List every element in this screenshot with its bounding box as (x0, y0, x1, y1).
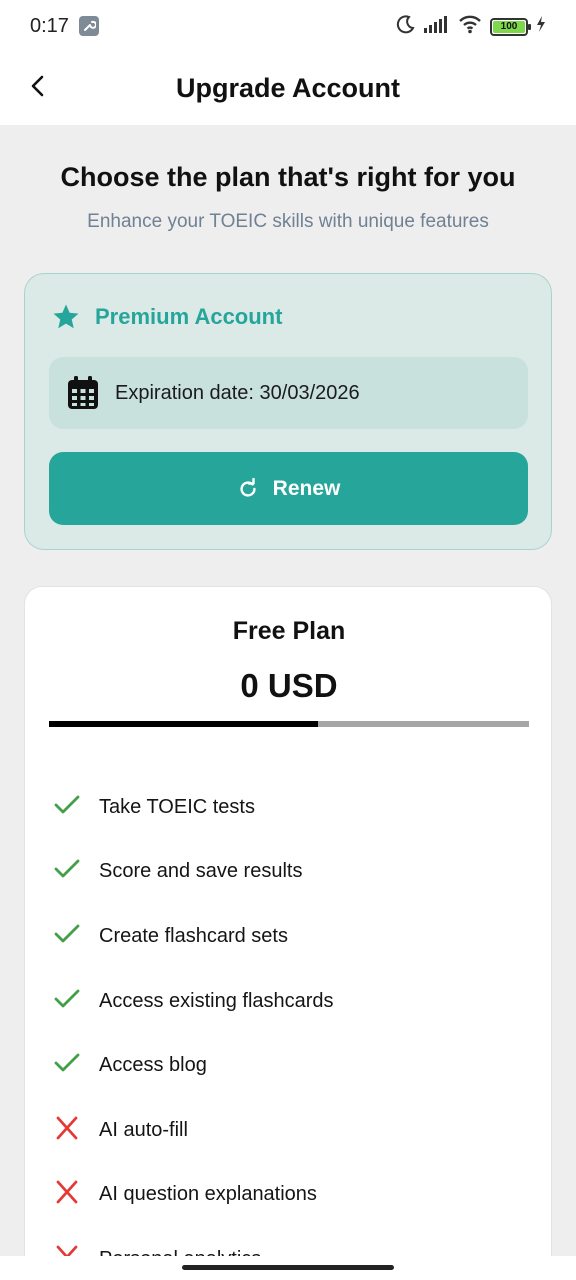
renew-button[interactable]: Renew (49, 452, 528, 525)
premium-header: Premium Account (51, 302, 282, 332)
page-title: Upgrade Account (175, 73, 400, 103)
signal-icon (424, 15, 450, 38)
back-arrow-icon (31, 75, 44, 97)
plan-name: Free Plan (232, 617, 346, 645)
feature-item: Create flashcard sets (49, 904, 529, 969)
feature-item: Take TOEIC tests (49, 775, 529, 840)
battery-icon: 100 (490, 17, 531, 36)
plan-indicator-fill (49, 721, 318, 727)
feature-label: Access existing flashcards (99, 989, 334, 1012)
back-button[interactable] (18, 66, 58, 106)
navigation-bar (0, 1256, 576, 1280)
wrench-icon (78, 16, 99, 36)
feature-label: AI auto-fill (99, 1118, 188, 1141)
status-bar: 0:17 100 (0, 0, 576, 52)
feature-item: AI auto-fill (49, 1098, 529, 1163)
check-icon (53, 922, 81, 951)
expiration-box: Expiration date: 30/03/2026 (49, 357, 528, 429)
premium-title: Premium Account (95, 304, 283, 329)
check-icon (53, 793, 81, 822)
feature-label: Take TOEIC tests (99, 795, 255, 818)
feature-label: Access blog (99, 1054, 207, 1077)
renew-label: Renew (272, 476, 341, 500)
home-indicator[interactable] (182, 1265, 394, 1270)
plan-headline: Choose the plan that's right for you (60, 162, 516, 192)
star-icon (53, 304, 79, 329)
cross-icon (53, 1116, 81, 1145)
premium-account-card: Premium Account Expiration date: 30/03/2… (24, 273, 552, 550)
feature-item: AI question explanations (49, 1163, 529, 1228)
plan-indicator-bar (49, 721, 529, 727)
moon-icon (396, 14, 416, 39)
refresh-icon (240, 477, 256, 497)
feature-label: Score and save results (99, 860, 303, 883)
plan-subheadline: Enhance your TOEIC skills with unique fe… (87, 211, 489, 232)
free-plan-card: Free Plan 0 USD Take TOEIC tests Score an… (24, 586, 552, 1280)
calendar-icon (68, 376, 98, 409)
feature-item: Score and save results (49, 840, 529, 905)
charging-icon (536, 16, 546, 37)
check-icon (53, 1051, 81, 1080)
feature-list: Take TOEIC tests Score and save results Cr… (49, 775, 529, 1280)
cross-icon (53, 1180, 81, 1209)
status-time: 0:17 (30, 14, 69, 37)
expiration-date: Expiration date: 30/03/2026 (115, 381, 360, 404)
feature-item: Access existing flashcards (49, 969, 529, 1034)
wifi-icon (458, 14, 482, 39)
feature-label: Create flashcard sets (99, 924, 288, 947)
check-icon (53, 857, 81, 886)
battery-level: 100 (493, 20, 525, 33)
plan-price: 0 USD (240, 667, 338, 704)
app-bar: Upgrade Account (0, 52, 576, 125)
feature-item: Access blog (49, 1033, 529, 1098)
check-icon (53, 987, 81, 1016)
feature-label: AI question explanations (99, 1183, 317, 1206)
